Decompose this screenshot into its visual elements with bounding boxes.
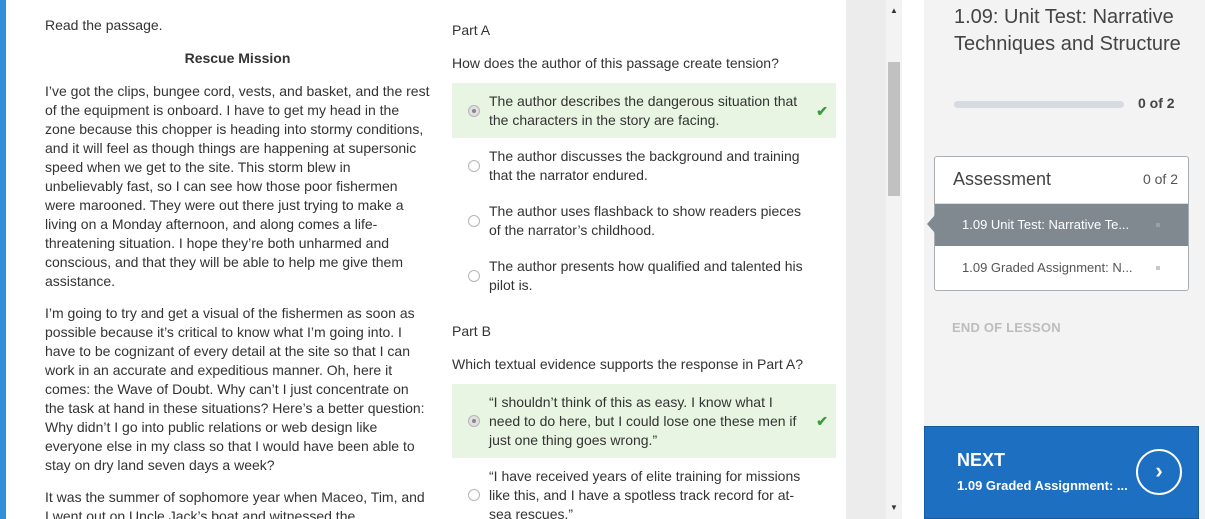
progress-bar <box>954 101 1124 108</box>
passage-paragraph: It was the summer of sophomore year when… <box>45 489 425 519</box>
radio-button[interactable] <box>468 269 480 282</box>
answer-text: The author discusses the background and … <box>489 147 800 183</box>
answer-text: “I shouldn’t think of this as easy. I kn… <box>489 393 797 448</box>
lesson-sidebar: 1.09: Unit Test: Narrative Techniques an… <box>924 0 1205 519</box>
radio-button[interactable] <box>468 214 480 227</box>
next-button[interactable]: NEXT 1.09 Graded Assignment: ... › <box>924 426 1199 519</box>
checkmark-icon: ✔ <box>816 102 828 119</box>
scroll-up-arrow-icon[interactable]: ▲ <box>886 4 902 18</box>
assessment-item-unit-test[interactable]: 1.09 Unit Test: Narrative Te... <box>935 204 1188 246</box>
gutter <box>846 0 886 519</box>
passage-paragraph: I’ve got the clips, bungee cord, vests, … <box>45 83 430 289</box>
end-of-lesson-label: END OF LESSON <box>952 320 1061 335</box>
assessment-item-graded-assignment[interactable]: 1.09 Graded Assignment: N... <box>935 246 1188 290</box>
radio-button[interactable] <box>468 104 480 117</box>
answer-option[interactable]: “I have received years of elite training… <box>452 458 836 519</box>
content-pane: Read the passage. Rescue Mission I’ve go… <box>6 0 846 519</box>
next-subtitle: 1.09 Graded Assignment: ... <box>957 478 1128 493</box>
lesson-title: 1.09: Unit Test: Narrative Techniques an… <box>954 6 1181 55</box>
passage-instruction: Read the passage. <box>45 17 163 33</box>
answer-text: The author uses flashback to show reader… <box>489 202 802 238</box>
passage-paragraph: I’m going to try and get a visual of the… <box>45 305 425 473</box>
assessment-item-label: 1.09 Unit Test: Narrative Te... <box>962 217 1130 232</box>
assessment-header: Assessment 0 of 2 <box>935 157 1188 204</box>
divider <box>902 0 924 519</box>
active-item-pointer <box>927 215 935 233</box>
progress-text: 0 of 2 <box>1138 95 1175 111</box>
radio-button[interactable] <box>468 159 480 172</box>
checkmark-icon: ✔ <box>816 413 828 429</box>
assessment-count: 0 of 2 <box>1142 171 1178 187</box>
radio-button[interactable] <box>468 415 480 427</box>
part-b-label: Part B <box>452 323 491 339</box>
vertical-scrollbar[interactable]: ▲ ▼ <box>886 0 902 519</box>
answer-text: The author presents how qualified and ta… <box>489 257 803 293</box>
answer-option[interactable]: The author presents how qualified and ta… <box>452 248 836 303</box>
radio-button[interactable] <box>468 489 480 501</box>
assessment-card: Assessment 0 of 2 1.09 Unit Test: Narrat… <box>927 156 1189 291</box>
scrollbar-thumb[interactable] <box>888 62 900 196</box>
answer-option[interactable]: The author describes the dangerous situa… <box>452 83 836 138</box>
part-a-label: Part A <box>452 22 491 38</box>
passage: Read the passage. Rescue Mission I’ve go… <box>45 16 430 519</box>
status-dot-icon <box>1156 266 1160 270</box>
answer-option[interactable]: The author discusses the background and … <box>452 138 836 193</box>
part-a-question: How does the author of this passage crea… <box>452 55 779 71</box>
next-label: NEXT <box>957 450 1006 470</box>
answer-text: The author describes the dangerous situa… <box>489 92 798 128</box>
chevron-right-icon[interactable]: › <box>1136 449 1182 495</box>
scroll-down-arrow-icon[interactable]: ▼ <box>886 501 902 515</box>
part-b-question: Which textual evidence supports the resp… <box>452 356 803 372</box>
status-dot-icon <box>1156 223 1160 227</box>
answer-option[interactable]: The author uses flashback to show reader… <box>452 193 836 248</box>
answer-text: “I have received years of elite training… <box>489 467 801 519</box>
assessment-title: Assessment <box>953 169 1052 189</box>
question-panel: Part A How does the author of this passa… <box>452 20 836 519</box>
passage-title: Rescue Mission <box>184 50 291 66</box>
assessment-item-label: 1.09 Graded Assignment: N... <box>962 260 1133 275</box>
answer-option[interactable]: “I shouldn’t think of this as easy. I kn… <box>452 384 836 458</box>
